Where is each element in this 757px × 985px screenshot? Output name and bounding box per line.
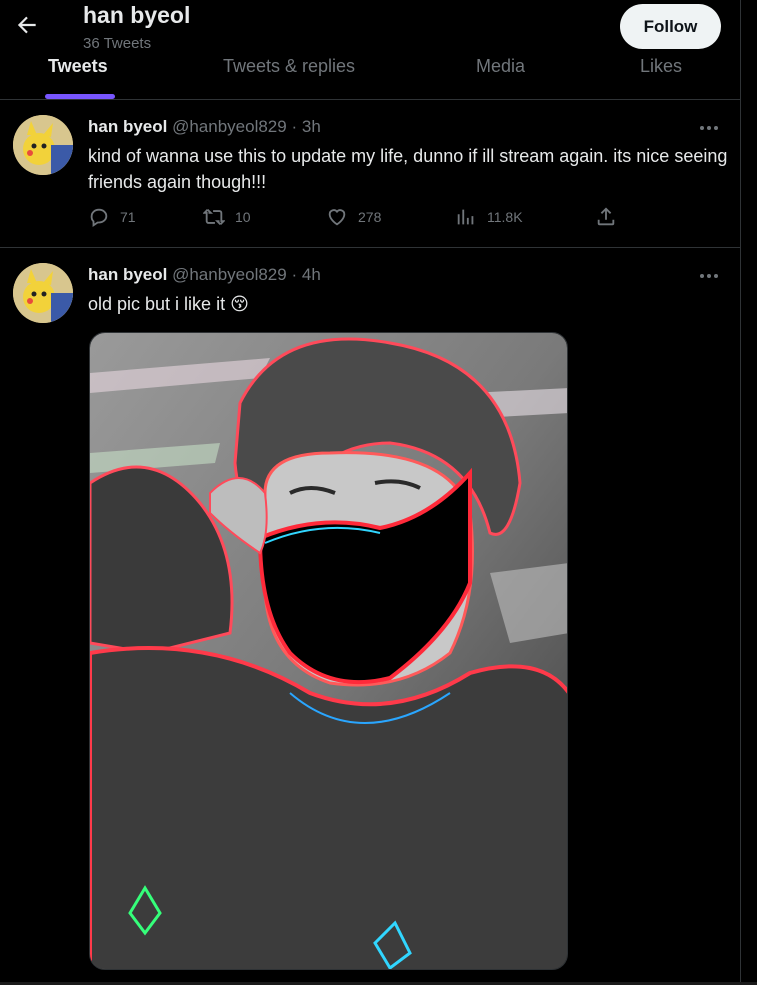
retweet-count: 10 — [235, 209, 251, 225]
share-icon — [597, 207, 615, 226]
avatar[interactable] — [13, 263, 73, 323]
tab-tweets-replies[interactable]: Tweets & replies — [223, 52, 355, 100]
back-arrow-icon — [17, 16, 36, 34]
reply-icon — [90, 208, 108, 227]
tweet-text: old pic but i like it 😚 — [88, 294, 249, 314]
tab-media[interactable]: Media — [476, 52, 525, 100]
retweet-button[interactable]: 10 — [203, 206, 251, 228]
tweet[interactable]: han byeol @hanbyeol829 · 4h old pic but … — [0, 248, 740, 985]
tweet-photo[interactable] — [89, 332, 568, 970]
more-icon — [700, 274, 718, 278]
more-button[interactable] — [697, 118, 721, 138]
tab-likes[interactable]: Likes — [640, 52, 682, 100]
author-name[interactable]: han byeol — [88, 117, 167, 136]
like-count: 278 — [358, 209, 382, 225]
author-handle[interactable]: @hanbyeol829 — [172, 265, 287, 284]
active-tab-indicator — [45, 94, 115, 99]
tab-tweets[interactable]: Tweets — [48, 52, 108, 100]
tweet-meta: han byeol @hanbyeol829 · 3h — [88, 117, 321, 137]
separator-dot: · — [291, 265, 298, 284]
author-handle[interactable]: @hanbyeol829 — [172, 117, 287, 136]
avatar-image — [13, 115, 73, 175]
profile-name: han byeol — [83, 2, 191, 28]
tweet-meta: han byeol @hanbyeol829 · 4h — [88, 265, 321, 285]
photo-image — [90, 333, 567, 969]
more-button[interactable] — [697, 266, 721, 286]
tweet-actions: 71 10 278 11.8K — [88, 206, 728, 236]
avatar[interactable] — [13, 115, 73, 175]
tweet-count: 36 Tweets — [83, 35, 152, 52]
views-icon — [457, 209, 474, 225]
tweet[interactable]: han byeol @hanbyeol829 · 3h kind of wann… — [0, 100, 740, 248]
views-button[interactable]: 11.8K — [455, 206, 523, 228]
tweet-text: kind of wanna use this to update my life… — [88, 146, 728, 192]
main-column: han byeol 36 Tweets Follow Tweets Tweets… — [0, 0, 741, 985]
avatar-image — [13, 263, 73, 323]
reply-button[interactable]: 71 — [88, 206, 136, 228]
more-icon — [700, 126, 718, 130]
share-button[interactable] — [595, 206, 617, 228]
like-button[interactable]: 278 — [326, 206, 381, 228]
profile-tabs: Tweets Tweets & replies Media Likes — [0, 52, 741, 100]
retweet-icon — [203, 209, 225, 225]
scrollbar[interactable] — [741, 0, 757, 985]
profile-page: han byeol 36 Tweets Follow Tweets Tweets… — [0, 0, 757, 985]
tweet-time[interactable]: 4h — [302, 265, 321, 284]
author-name[interactable]: han byeol — [88, 265, 167, 284]
like-icon — [328, 209, 346, 226]
reply-count: 71 — [120, 209, 136, 225]
separator-dot: · — [291, 117, 298, 136]
view-count: 11.8K — [487, 209, 523, 225]
tweet-time[interactable]: 3h — [302, 117, 321, 136]
follow-button[interactable]: Follow — [620, 4, 721, 49]
profile-header: han byeol 36 Tweets Follow Tweets Tweets… — [0, 0, 740, 100]
back-button[interactable] — [14, 12, 40, 38]
